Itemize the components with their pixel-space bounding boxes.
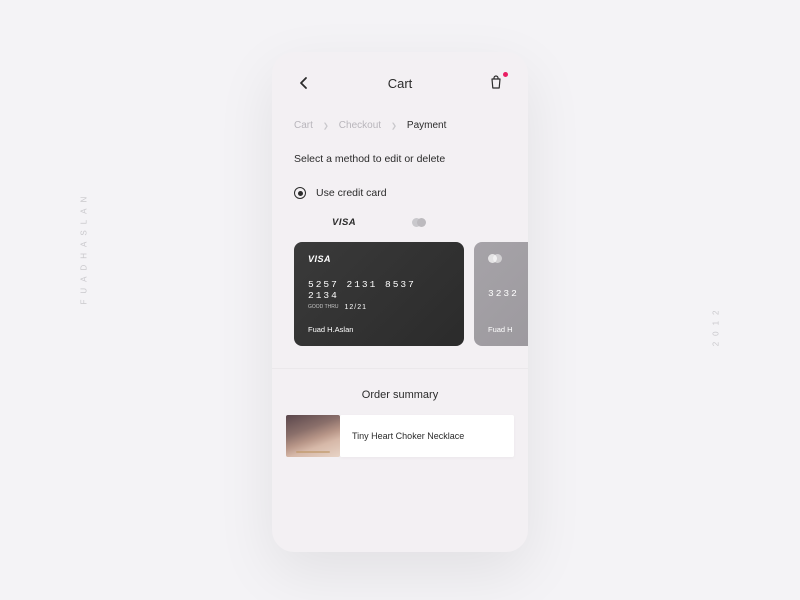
card-number: 3232 [488,288,528,299]
card-brand-tabs: VISA [272,217,528,236]
bag-icon [488,74,504,90]
watermark-author: FUADHASLAN [80,191,89,305]
order-item[interactable]: Tiny Heart Choker Necklace [272,415,528,457]
credit-card-visa[interactable]: VISA 5257 2131 8537 2134 GOOD THRU 12/21… [294,242,464,346]
cardholder-name: Fuad H.Aslan [308,325,450,334]
header: Cart [272,52,528,106]
card-brand-label: VISA [308,254,450,264]
chevron-left-icon [298,76,308,90]
breadcrumb-step-checkout[interactable]: Checkout [339,120,381,131]
instruction-text: Select a method to edit or delete [272,149,528,187]
mastercard-icon [488,254,503,264]
tab-visa[interactable]: VISA [332,217,356,228]
card-good-thru-label: GOOD THRU [308,305,338,310]
chevron-right-icon: ❯ [323,122,329,130]
order-summary-title: Order summary [272,369,528,415]
cardholder-name: Fuad H [488,325,528,334]
credit-card-mastercard[interactable]: 3232 Fuad H [474,242,528,346]
radio-icon [294,187,306,199]
cart-bag-button[interactable] [488,74,506,92]
product-thumbnail [286,415,340,457]
breadcrumb-step-cart[interactable]: Cart [294,120,313,131]
breadcrumb-step-payment[interactable]: Payment [407,120,446,131]
chevron-right-icon: ❯ [391,122,397,130]
breadcrumb: Cart ❯ Checkout ❯ Payment [272,106,528,149]
page-title: Cart [388,76,413,91]
back-button[interactable] [294,74,312,92]
radio-label: Use credit card [316,187,387,199]
watermark-year: 2012 [712,305,721,347]
cart-badge [503,72,508,77]
card-number: 5257 2131 8537 2134 [308,279,450,301]
card-expiry: 12/21 [344,304,367,311]
product-name: Tiny Heart Choker Necklace [340,415,514,457]
payment-method-radio[interactable]: Use credit card [272,187,528,217]
phone-frame: Cart Cart ❯ Checkout ❯ Payment Select a … [272,52,528,552]
cards-carousel[interactable]: VISA 5257 2131 8537 2134 GOOD THRU 12/21… [272,236,528,346]
tab-mastercard[interactable] [412,218,428,228]
